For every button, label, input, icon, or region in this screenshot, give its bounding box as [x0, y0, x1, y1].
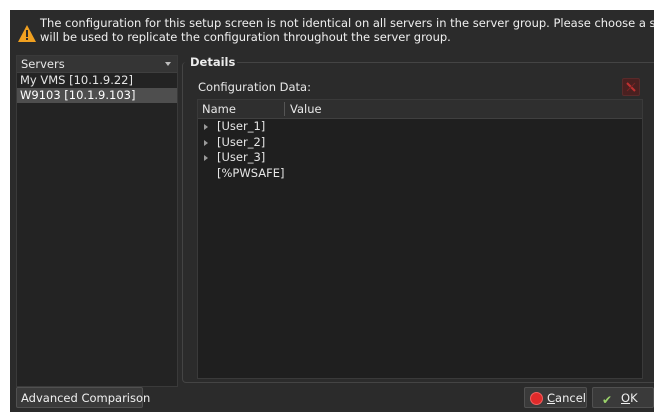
setup-dialog: The configuration for this setup screen … — [10, 10, 654, 412]
warning-icon — [18, 25, 36, 42]
tree-row-label: [User_1] — [217, 119, 266, 133]
tree-row[interactable]: [User_3] — [198, 150, 642, 166]
advanced-comparison-button[interactable]: Advanced Comparison — [16, 387, 150, 408]
delete-icon — [626, 82, 636, 92]
tree-row-label: [User_3] — [217, 150, 266, 164]
cancel-button[interactable]: Cancel — [524, 387, 587, 408]
tree-row[interactable]: [%PWSAFE] — [198, 166, 642, 182]
warning-line-1: The configuration for this setup screen … — [40, 16, 654, 30]
column-header-value[interactable]: Value — [290, 100, 322, 118]
tree-row[interactable]: [User_1] — [198, 119, 642, 135]
tree-row[interactable]: [User_2] — [198, 135, 642, 151]
ok-label: K — [630, 391, 638, 405]
warning-line-2: will be used to replicate the configurat… — [40, 30, 451, 44]
tree-header: Name Value — [198, 100, 642, 119]
column-separator[interactable] — [284, 102, 285, 116]
configuration-data-label: Configuration Data: — [198, 80, 311, 94]
expand-arrow-icon[interactable] — [204, 139, 208, 146]
warning-banner: The configuration for this setup screen … — [10, 10, 654, 50]
tree-row-label: [User_2] — [217, 134, 266, 149]
servers-panel: Servers My VMS [10.1.9.22] W9103 [10.1.9… — [16, 55, 178, 387]
servers-header-label: Servers — [21, 57, 65, 71]
cancel-mnemonic: C — [547, 391, 556, 405]
delete-button[interactable] — [622, 78, 640, 96]
details-group-label: Details — [188, 55, 238, 69]
server-item-myvms[interactable]: My VMS [10.1.9.22] — [17, 73, 177, 88]
cancel-label: ancel — [555, 391, 586, 405]
cancel-icon — [530, 392, 543, 405]
servers-header[interactable]: Servers — [17, 56, 177, 73]
column-header-name[interactable]: Name — [202, 100, 236, 118]
tree-row-label: [%PWSAFE] — [217, 165, 285, 180]
warning-message: The configuration for this setup screen … — [40, 16, 654, 44]
server-item-w9103[interactable]: W9103 [10.1.9.103] — [17, 88, 177, 103]
checkmark-icon: ✔ — [602, 393, 613, 407]
ok-button[interactable]: ✔ OK — [592, 387, 654, 408]
ok-mnemonic: O — [621, 391, 631, 405]
configuration-tree[interactable]: Name Value [User_1] [User_2] [User_3] [%… — [197, 99, 643, 379]
expand-arrow-icon[interactable] — [204, 155, 208, 161]
expand-arrow-icon[interactable] — [204, 124, 208, 130]
chevron-down-icon[interactable] — [165, 62, 171, 66]
